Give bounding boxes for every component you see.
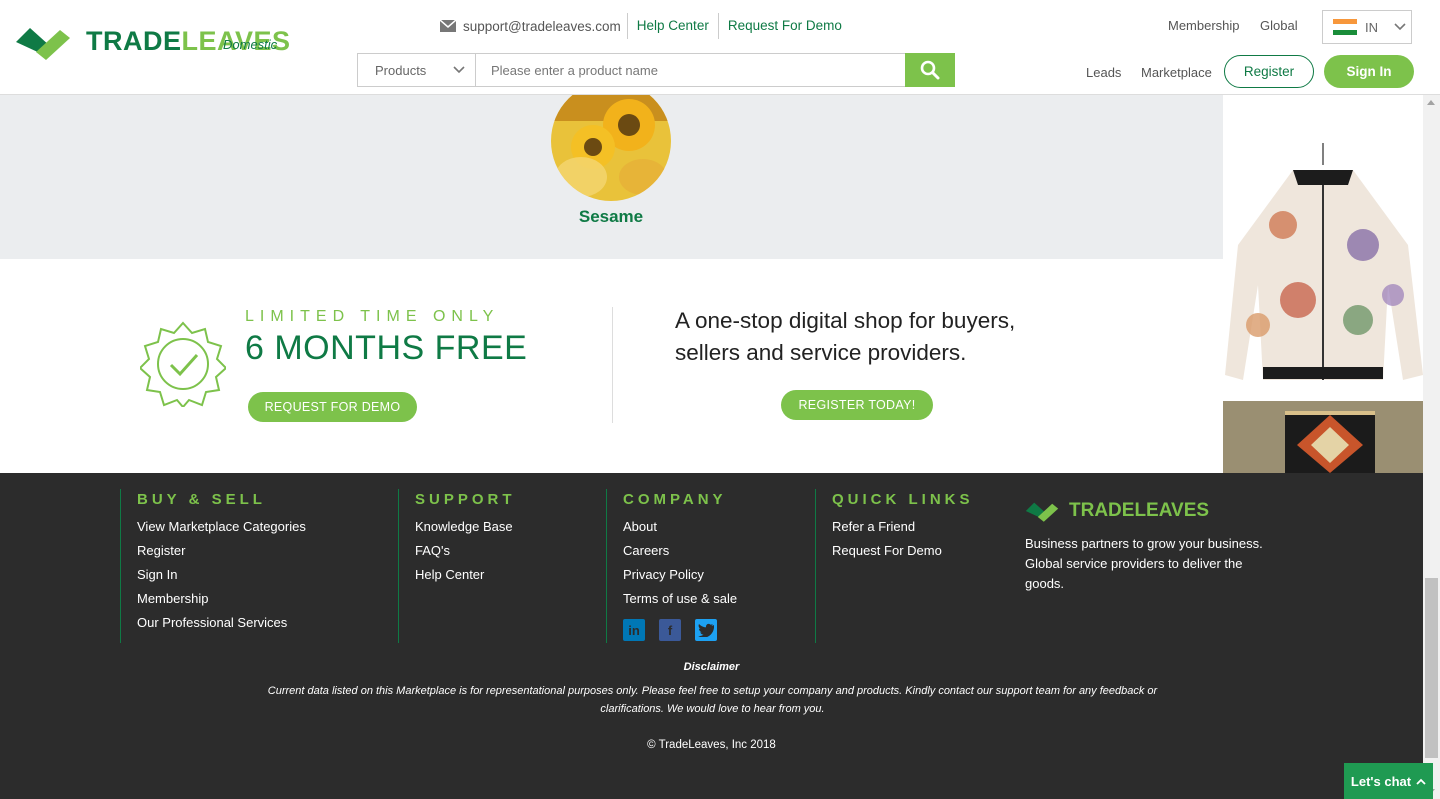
disclaimer-title: Disclaimer	[683, 661, 740, 673]
category-label[interactable]: Sesame	[520, 207, 702, 227]
footer-link[interactable]: Membership	[137, 591, 398, 615]
scroll-up-icon[interactable]	[1427, 100, 1435, 105]
promo-tagline: A one-stop digital shop for buyers, sell…	[675, 305, 1095, 369]
scroll-thumb[interactable]	[1425, 578, 1438, 758]
tagline-line-2: sellers and service providers.	[675, 340, 967, 365]
request-demo-link[interactable]: Request For Demo	[719, 13, 851, 39]
promo-section: LIMITED TIME ONLY 6 MONTHS FREE REQUEST …	[0, 259, 1223, 473]
footer-link[interactable]: Terms of use & sale	[623, 591, 815, 615]
months-free-title: 6 MONTHS FREE	[245, 329, 528, 367]
category-band: Sesame	[0, 81, 1223, 259]
twitter-icon[interactable]	[695, 619, 717, 641]
mail-icon	[440, 20, 456, 32]
top-links: support@tradeleaves.com Help Center Requ…	[440, 13, 851, 39]
limited-time-label: LIMITED TIME ONLY	[245, 308, 500, 325]
chevron-down-icon	[1394, 23, 1406, 31]
footer-logo[interactable]: TRADELEAVES	[1025, 497, 1285, 525]
leaf-logo-icon	[1025, 502, 1059, 522]
footer-link[interactable]: Sign In	[137, 567, 398, 591]
register-today-button[interactable]: REGISTER TODAY!	[781, 390, 933, 420]
footer-brand-name: TRADELEAVES	[1069, 500, 1210, 521]
search-button[interactable]	[905, 53, 955, 87]
support-email: support@tradeleaves.com	[463, 18, 621, 34]
leaf-logo-icon	[16, 28, 70, 60]
tagline-line-1: A one-stop digital shop for buyers,	[675, 308, 1016, 333]
chat-button[interactable]: Let's chat	[1344, 763, 1433, 799]
footer-link[interactable]: Request For Demo	[832, 543, 1015, 567]
footer-col-title: BUY & SELL	[137, 491, 266, 508]
country-select[interactable]: IN	[1322, 10, 1412, 44]
footer-col-quick-links: QUICK LINKS Refer a Friend Request For D…	[815, 489, 1015, 643]
chevron-up-icon	[1416, 778, 1426, 785]
promo-divider	[612, 307, 613, 423]
linkedin-icon[interactable]: in	[623, 619, 645, 641]
chat-label: Let's chat	[1350, 773, 1412, 789]
ad-banner[interactable]	[1223, 95, 1423, 473]
nav-global[interactable]: Global	[1260, 18, 1298, 33]
search-input[interactable]	[476, 54, 905, 86]
search-icon	[920, 60, 940, 80]
floral-jacket-image	[1225, 143, 1423, 380]
footer-link[interactable]: Help Center	[415, 567, 606, 591]
chevron-down-icon	[453, 66, 465, 74]
footer-link[interactable]: Careers	[623, 543, 815, 567]
sunflower-oil-image	[551, 81, 671, 201]
footer-link[interactable]: Knowledge Base	[415, 519, 606, 543]
search-category-value: Products	[375, 62, 427, 78]
signin-button[interactable]: Sign In	[1324, 55, 1414, 88]
footer-link[interactable]: View Marketplace Categories	[137, 519, 398, 543]
footer-col-title: QUICK LINKS	[832, 491, 974, 508]
footer-link[interactable]: FAQ's	[415, 543, 606, 567]
request-demo-button[interactable]: REQUEST FOR DEMO	[248, 392, 417, 422]
footer-brand: TRADELEAVES Business partners to grow yo…	[1025, 497, 1285, 594]
rug-image	[1223, 401, 1423, 473]
nav-leads[interactable]: Leads	[1086, 65, 1121, 80]
site-header: TRADELEAVES Domestic support@tradeleaves…	[0, 0, 1440, 95]
footer-col-company: COMPANY About Careers Privacy Policy Ter…	[606, 489, 815, 643]
disclaimer-text: Current data listed on this Marketplace …	[267, 685, 1158, 715]
footer-brand-text: Business partners to grow your business.…	[1025, 536, 1263, 591]
sesame-category-image[interactable]	[551, 81, 671, 201]
footer-col-title: SUPPORT	[415, 491, 516, 508]
nav-marketplace[interactable]: Marketplace	[1141, 65, 1212, 80]
india-flag-icon	[1333, 19, 1357, 35]
footer-link[interactable]: Refer a Friend	[832, 519, 1015, 543]
verified-badge-icon	[140, 321, 226, 407]
help-center-link[interactable]: Help Center	[628, 13, 719, 39]
support-email-link[interactable]: support@tradeleaves.com	[440, 13, 628, 39]
country-code: IN	[1365, 19, 1378, 35]
brand-subtitle: Domestic	[223, 37, 278, 52]
footer-col-title: COMPANY	[623, 491, 727, 508]
nav-membership[interactable]: Membership	[1168, 18, 1240, 33]
search-bar: Products	[357, 53, 955, 87]
search-category-select[interactable]: Products	[358, 54, 476, 86]
footer-link[interactable]: Register	[137, 543, 398, 567]
copyright: © TradeLeaves, Inc 2018	[647, 739, 776, 751]
footer-link[interactable]: About	[623, 519, 815, 543]
site-footer: BUY & SELL View Marketplace Categories R…	[0, 473, 1423, 799]
facebook-icon[interactable]: f	[659, 619, 681, 641]
footer-link[interactable]: Privacy Policy	[623, 567, 815, 591]
register-button[interactable]: Register	[1224, 55, 1314, 88]
footer-col-support: SUPPORT Knowledge Base FAQ's Help Center	[398, 489, 606, 643]
footer-col-buy-sell: BUY & SELL View Marketplace Categories R…	[120, 489, 398, 643]
page-scrollbar[interactable]	[1423, 95, 1440, 799]
footer-link[interactable]: Our Professional Services	[137, 615, 398, 639]
social-links: in f	[623, 619, 815, 641]
